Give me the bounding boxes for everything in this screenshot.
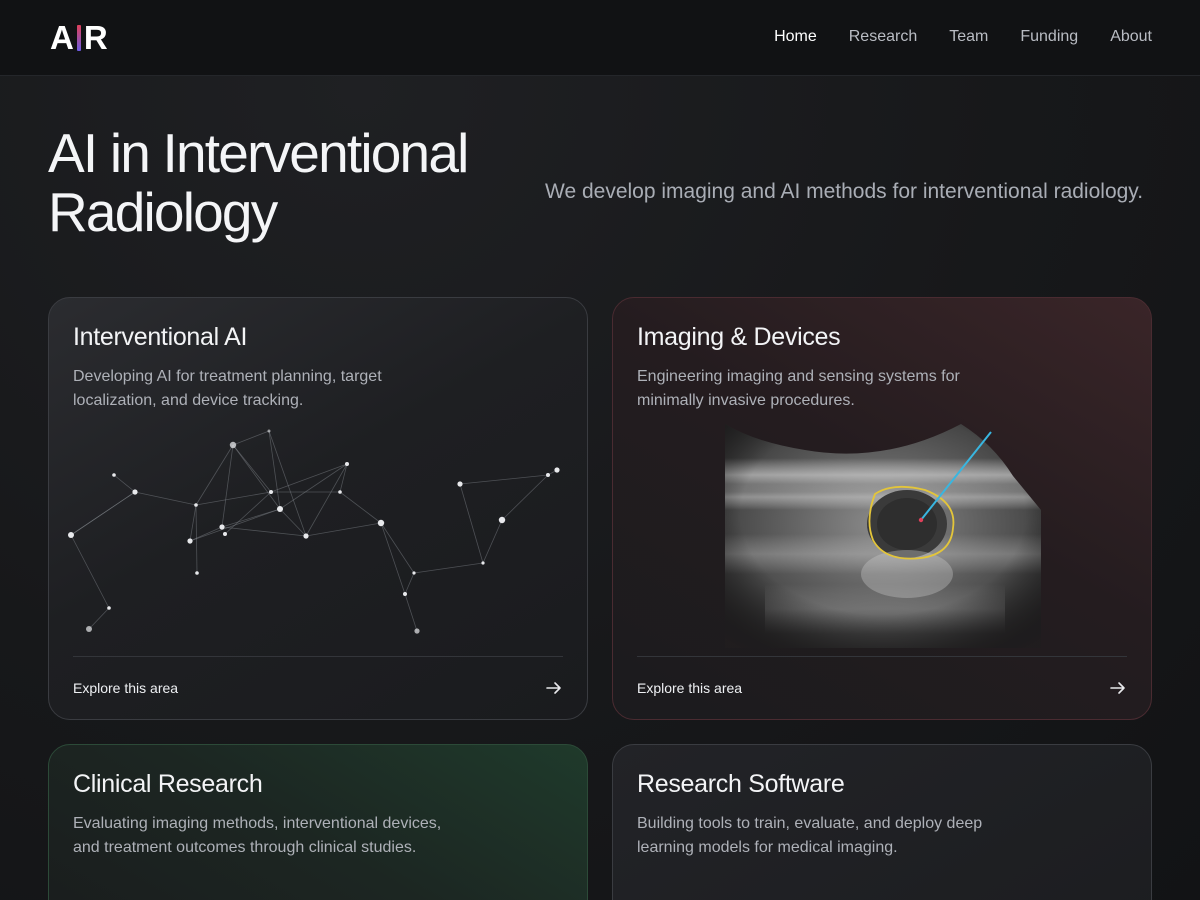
card-title: Imaging & Devices bbox=[637, 323, 841, 351]
site-header: A R Home Research Team Funding About bbox=[0, 0, 1200, 76]
ultrasound-image bbox=[725, 424, 1041, 648]
page: A R Home Research Team Funding About AI … bbox=[0, 0, 1200, 900]
nav-home[interactable]: Home bbox=[774, 26, 817, 48]
main-nav: Home Research Team Funding About bbox=[774, 26, 1152, 48]
card-description: Building tools to train, evaluate, and d… bbox=[637, 815, 983, 856]
logo-letter-a: A bbox=[50, 19, 74, 56]
arrow-right-icon[interactable] bbox=[545, 678, 563, 698]
node-network-graphic bbox=[68, 429, 560, 634]
logo-letter-r: R bbox=[83, 19, 108, 56]
card-description: Evaluating imaging methods, intervention… bbox=[73, 815, 442, 856]
card-interventional-ai[interactable]: Interventional AI Developing AI for trea… bbox=[48, 297, 588, 720]
card-description: Engineering imaging and sensing systems … bbox=[637, 368, 960, 409]
card-title: Clinical Research bbox=[73, 770, 263, 798]
explore-link[interactable]: Explore this area bbox=[73, 678, 178, 698]
logo-divider-bar bbox=[76, 25, 81, 51]
card-imaging-devices[interactable]: Imaging & Devices Engineering imaging an… bbox=[612, 297, 1152, 720]
card-research-software[interactable]: Research Software Building tools to trai… bbox=[612, 744, 1152, 900]
site-logo[interactable]: A R bbox=[50, 19, 108, 56]
nav-about[interactable]: About bbox=[1110, 26, 1152, 48]
nav-team[interactable]: Team bbox=[949, 26, 988, 48]
hero-title: AI in Interventional Radiology bbox=[48, 122, 469, 243]
card-divider bbox=[637, 656, 1127, 657]
card-title: Research Software bbox=[637, 770, 845, 798]
explore-link[interactable]: Explore this area bbox=[637, 678, 742, 698]
arrow-right-icon[interactable] bbox=[1109, 678, 1127, 698]
hero-subtitle: We develop imaging and AI methods for in… bbox=[545, 180, 1144, 203]
card-clinical-research[interactable]: Clinical Research Evaluating imaging met… bbox=[48, 744, 588, 900]
nav-research[interactable]: Research bbox=[849, 26, 917, 48]
card-divider bbox=[73, 656, 563, 657]
nav-funding[interactable]: Funding bbox=[1020, 26, 1078, 48]
